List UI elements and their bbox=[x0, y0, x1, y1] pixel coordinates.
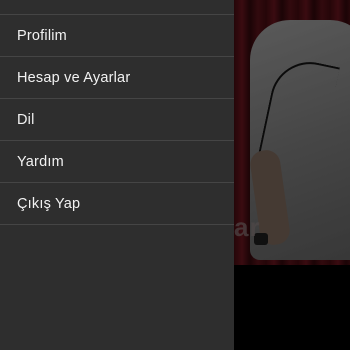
menu-item-label: Çıkış Yap bbox=[17, 195, 81, 212]
app-screen: ar Profilim Hesap ve Ayarlar Dil Yardım … bbox=[0, 0, 350, 350]
menu-item-label: Profilim bbox=[17, 27, 67, 44]
menu-item-label: Hesap ve Ayarlar bbox=[17, 69, 131, 86]
drawer-menu: Profilim Hesap ve Ayarlar Dil Yardım Çık… bbox=[0, 15, 234, 225]
menu-item-language[interactable]: Dil bbox=[0, 99, 234, 141]
navigation-drawer: Profilim Hesap ve Ayarlar Dil Yardım Çık… bbox=[0, 0, 234, 350]
menu-item-help[interactable]: Yardım bbox=[0, 141, 234, 183]
menu-item-account-settings[interactable]: Hesap ve Ayarlar bbox=[0, 57, 234, 99]
menu-item-label: Dil bbox=[17, 111, 35, 128]
menu-item-label: Yardım bbox=[17, 153, 64, 170]
menu-item-logout[interactable]: Çıkış Yap bbox=[0, 183, 234, 225]
menu-item-profile[interactable]: Profilim bbox=[0, 15, 234, 57]
